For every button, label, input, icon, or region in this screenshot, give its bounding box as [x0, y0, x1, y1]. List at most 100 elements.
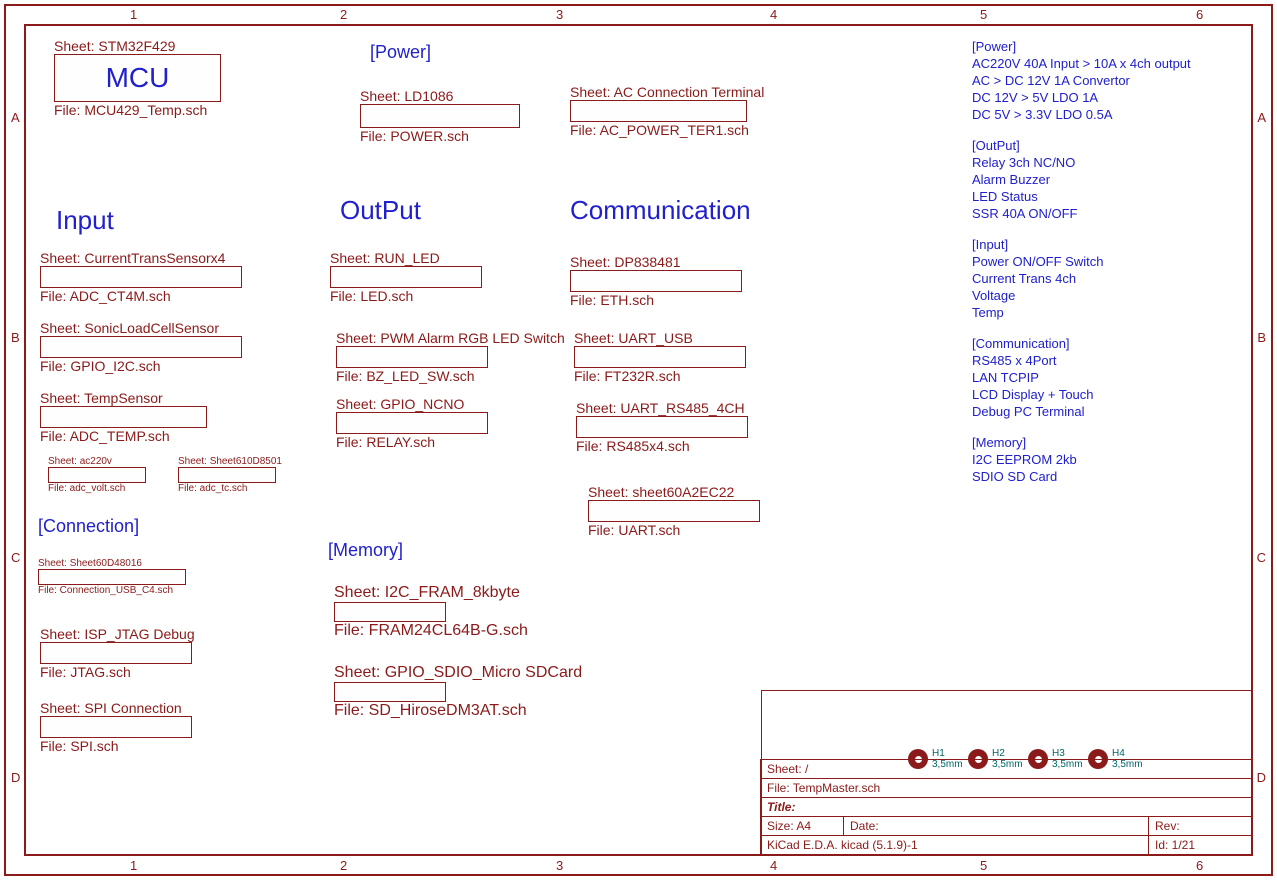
- sheet-file: File: POWER.sch: [360, 128, 520, 144]
- sheet-box: [588, 500, 760, 522]
- row-label: A: [11, 110, 20, 125]
- sheet-box: [38, 569, 186, 585]
- sheet-name: Sheet: DP838481: [570, 254, 742, 270]
- title-block: Sheet: / File: TempMaster.sch Title: Siz…: [760, 759, 1251, 854]
- output-heading: OutPut: [340, 195, 421, 226]
- sheet-name: Sheet: I2C_FRAM_8kbyte: [334, 584, 528, 602]
- notes-line: LCD Display + Touch: [972, 386, 1252, 403]
- sheet-box: [570, 100, 747, 122]
- notes-power-h: [Power]: [972, 38, 1252, 55]
- sheet-60d48016[interactable]: Sheet: Sheet60D48016 File: Connection_US…: [38, 558, 186, 596]
- sheet-box: [574, 346, 746, 368]
- mcu-label: MCU: [106, 62, 170, 94]
- connection-heading: [Connection]: [38, 516, 139, 537]
- sheet-ld1086[interactable]: Sheet: LD1086 File: POWER.sch: [360, 88, 520, 144]
- sheet-uart-usb[interactable]: Sheet: UART_USB File: FT232R.sch: [574, 330, 746, 384]
- sheet-file: File: AC_POWER_TER1.sch: [570, 122, 764, 138]
- col-label: 3: [556, 858, 563, 873]
- sheet-file: File: JTAG.sch: [40, 664, 195, 680]
- sheet-fram[interactable]: Sheet: I2C_FRAM_8kbyte File: FRAM24CL64B…: [334, 584, 528, 640]
- notes-line: LED Status: [972, 188, 1252, 205]
- sheet-file: File: RS485x4.sch: [576, 438, 748, 454]
- notes-line: Temp: [972, 304, 1252, 321]
- notes-line: SSR 40A ON/OFF: [972, 205, 1252, 222]
- sheet-box: MCU: [54, 54, 221, 102]
- notes-line: DC 5V > 3.3V LDO 0.5A: [972, 106, 1252, 123]
- sheet-spi[interactable]: Sheet: SPI Connection File: SPI.sch: [40, 700, 192, 754]
- sheet-610d8501[interactable]: Sheet: Sheet610D8501 File: adc_tc.sch: [178, 456, 282, 494]
- col-label: 3: [556, 7, 563, 22]
- sheet-runled[interactable]: Sheet: RUN_LED File: LED.sch: [330, 250, 482, 304]
- sheet-box: [178, 467, 276, 483]
- sheet-file: File: Connection_USB_C4.sch: [38, 585, 186, 596]
- col-label: 4: [770, 7, 777, 22]
- sheet-jtag[interactable]: Sheet: ISP_JTAG Debug File: JTAG.sch: [40, 626, 195, 680]
- sheet-sonicload[interactable]: Sheet: SonicLoadCellSensor File: GPIO_I2…: [40, 320, 242, 374]
- col-label: 2: [340, 7, 347, 22]
- sheet-60a2ec22[interactable]: Sheet: sheet60A2EC22 File: UART.sch: [588, 484, 760, 538]
- sheet-name: Sheet: RUN_LED: [330, 250, 482, 266]
- sheet-file: File: SD_HiroseDM3AT.sch: [334, 702, 582, 720]
- sheet-file: File: RELAY.sch: [336, 434, 488, 450]
- sheet-ac-terminal[interactable]: Sheet: AC Connection Terminal File: AC_P…: [570, 84, 764, 138]
- comm-heading: Communication: [570, 195, 751, 226]
- sheet-file: File: adc_tc.sch: [178, 483, 282, 494]
- sheet-ac220v[interactable]: Sheet: ac220v File: adc_volt.sch: [48, 456, 146, 494]
- notes-line: DC 12V > 5V LDO 1A: [972, 89, 1252, 106]
- sheet-name: Sheet: GPIO_SDIO_Micro SDCard: [334, 664, 582, 682]
- sheet-file: File: BZ_LED_SW.sch: [336, 368, 565, 384]
- power-heading: [Power]: [370, 42, 431, 63]
- schematic-page: 1 2 3 4 5 6 1 2 3 4 5 6 A B C D A B C D …: [0, 0, 1277, 880]
- sheet-file: File: ADC_CT4M.sch: [40, 288, 242, 304]
- sheet-name: Sheet: ISP_JTAG Debug: [40, 626, 195, 642]
- sheet-name: Sheet: SPI Connection: [40, 700, 192, 716]
- sheet-box: [40, 716, 192, 738]
- col-label: 2: [340, 858, 347, 873]
- col-label: 1: [130, 7, 137, 22]
- notes-line: LAN TCPIP: [972, 369, 1252, 386]
- notes-line: Relay 3ch NC/NO: [972, 154, 1252, 171]
- row-label: A: [1257, 110, 1266, 125]
- sheet-pwmalarm[interactable]: Sheet: PWM Alarm RGB LED Switch File: BZ…: [336, 330, 565, 384]
- sheet-name: Sheet: AC Connection Terminal: [570, 84, 764, 100]
- row-label: D: [1257, 770, 1266, 785]
- sheet-sdio[interactable]: Sheet: GPIO_SDIO_Micro SDCard File: SD_H…: [334, 664, 582, 720]
- col-label: 5: [980, 7, 987, 22]
- sheet-file: File: adc_volt.sch: [48, 483, 146, 494]
- sheet-name: Sheet: STM32F429: [54, 38, 221, 54]
- sheet-currenttrans[interactable]: Sheet: CurrentTransSensorx4 File: ADC_CT…: [40, 250, 242, 304]
- memory-heading: [Memory]: [328, 540, 403, 561]
- sheet-dp838481[interactable]: Sheet: DP838481 File: ETH.sch: [570, 254, 742, 308]
- notes-line: AC > DC 12V 1A Convertor: [972, 72, 1252, 89]
- notes-input-h: [Input]: [972, 236, 1252, 253]
- notes-line: RS485 x 4Port: [972, 352, 1252, 369]
- sheet-mcu[interactable]: Sheet: STM32F429 MCU File: MCU429_Temp.s…: [54, 38, 221, 118]
- sheet-tempsensor[interactable]: Sheet: TempSensor File: ADC_TEMP.sch: [40, 390, 207, 444]
- row-label: C: [1257, 550, 1266, 565]
- notes-line: Power ON/OFF Switch: [972, 253, 1252, 270]
- col-label: 4: [770, 858, 777, 873]
- sheet-box: [334, 682, 446, 702]
- col-label: 1: [130, 858, 137, 873]
- input-heading: Input: [56, 205, 114, 236]
- sheet-file: File: MCU429_Temp.sch: [54, 102, 221, 118]
- sheet-name: Sheet: LD1086: [360, 88, 520, 104]
- notes-line: SDIO SD Card: [972, 468, 1252, 485]
- sheet-name: Sheet: sheet60A2EC22: [588, 484, 760, 500]
- col-label: 6: [1196, 7, 1203, 22]
- sheet-file: File: FRAM24CL64B-G.sch: [334, 622, 528, 640]
- sheet-name: Sheet: ac220v: [48, 456, 146, 467]
- sheet-file: File: UART.sch: [588, 522, 760, 538]
- notes-line: Voltage: [972, 287, 1252, 304]
- sheet-file: File: LED.sch: [330, 288, 482, 304]
- notes-line: Debug PC Terminal: [972, 403, 1252, 420]
- sheet-box: [334, 602, 446, 622]
- row-label: D: [11, 770, 20, 785]
- sheet-name: Sheet: GPIO_NCNO: [336, 396, 488, 412]
- row-label: C: [11, 550, 20, 565]
- notes-mem-h: [Memory]: [972, 434, 1252, 451]
- notes-line: Alarm Buzzer: [972, 171, 1252, 188]
- sheet-gpio-ncno[interactable]: Sheet: GPIO_NCNO File: RELAY.sch: [336, 396, 488, 450]
- sheet-uart-rs485[interactable]: Sheet: UART_RS485_4CH File: RS485x4.sch: [576, 400, 748, 454]
- sheet-name: Sheet: SonicLoadCellSensor: [40, 320, 242, 336]
